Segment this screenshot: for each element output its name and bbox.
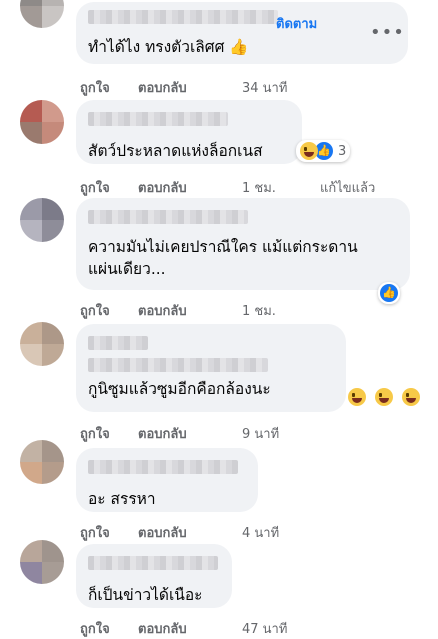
reply-link[interactable]: ตอบกลับ (138, 522, 187, 543)
commenter-name[interactable] (88, 210, 248, 224)
like-link[interactable]: ถูกใจ (80, 77, 110, 98)
timestamp[interactable]: 47 นาที (242, 618, 287, 639)
avatar[interactable] (20, 540, 64, 584)
like-link[interactable]: ถูกใจ (80, 618, 110, 639)
like-link[interactable]: ถูกใจ (80, 423, 110, 444)
comment-bubble: ทำได้ไง ทรงตัวเลิศศ 👍 (76, 2, 408, 64)
comment-text: กูนิซูมแล้วซูมอีกคือกล้องนะ (88, 380, 271, 398)
commenter-name[interactable] (88, 460, 238, 474)
avatar[interactable] (20, 0, 64, 28)
comment-bubble: กูนิซูมแล้วซูมอีกคือกล้องนะ (76, 324, 346, 412)
commenter-name[interactable] (88, 336, 148, 350)
commenter-name-line2 (88, 358, 268, 372)
comment-text: ก็เป็นข่าวได้เนือะ (88, 586, 203, 604)
comment-bubble: อะ สรรหา (76, 448, 258, 512)
avatar[interactable] (20, 100, 64, 144)
timestamp[interactable]: 9 นาที (242, 423, 279, 444)
comment-bubble: ความมันไม่เคยปราณีใคร แม้แต่กระดาน แผ่นเ… (76, 198, 410, 290)
reply-link[interactable]: ตอบกลับ (138, 423, 187, 444)
comment-bubble: ก็เป็นข่าวได้เนือะ (76, 544, 232, 608)
timestamp[interactable]: 1 ชม. (242, 300, 276, 321)
like-link[interactable]: ถูกใจ (80, 300, 110, 321)
reply-link[interactable]: ตอบกลับ (138, 618, 187, 639)
reaction-summary[interactable]: 👍 (378, 282, 400, 304)
more-dots-icon[interactable]: ••• (370, 22, 405, 43)
commenter-name[interactable] (88, 10, 278, 24)
comment-text: สัตว์ประหลาดแห่งล็อกเนส (88, 142, 263, 160)
avatar[interactable] (20, 198, 64, 242)
reply-link[interactable]: ตอบกลับ (138, 77, 187, 98)
edited-label[interactable]: แก้ไขแล้ว (320, 177, 375, 198)
comment-text: อะ สรรหา (88, 490, 156, 508)
comment-bubble: สัตว์ประหลาดแห่งล็อกเนส (76, 100, 302, 164)
reply-link[interactable]: ตอบกลับ (138, 177, 187, 198)
tongue-emoji-icon (402, 387, 421, 406)
follow-button[interactable]: ติดตาม (276, 13, 317, 34)
comment-text: ความมันไม่เคยปราณีใคร แม้แต่กระดาน (88, 238, 358, 256)
timestamp[interactable]: 4 นาที (242, 522, 279, 543)
comment-text-continued: แผ่นเดียว... (88, 260, 166, 278)
commenter-name[interactable] (88, 112, 228, 126)
like-reaction-icon: 👍 (380, 284, 398, 302)
comment-text: ทำได้ไง ทรงตัวเลิศศ 👍 (88, 38, 249, 56)
commenter-name[interactable] (88, 556, 218, 570)
reaction-summary[interactable]: 👍 3 (296, 140, 351, 162)
emoji-row (348, 386, 421, 406)
timestamp[interactable]: 34 นาที (242, 77, 287, 98)
like-link[interactable]: ถูกใจ (80, 177, 110, 198)
tongue-emoji-icon (348, 387, 366, 406)
like-link[interactable]: ถูกใจ (80, 522, 110, 543)
reaction-count: 3 (338, 143, 347, 159)
avatar[interactable] (20, 322, 64, 366)
laughing-emoji-icon (300, 142, 318, 160)
reply-link[interactable]: ตอบกลับ (138, 300, 187, 321)
tongue-emoji-icon (375, 387, 394, 406)
timestamp[interactable]: 1 ชม. (242, 177, 276, 198)
avatar[interactable] (20, 440, 64, 484)
